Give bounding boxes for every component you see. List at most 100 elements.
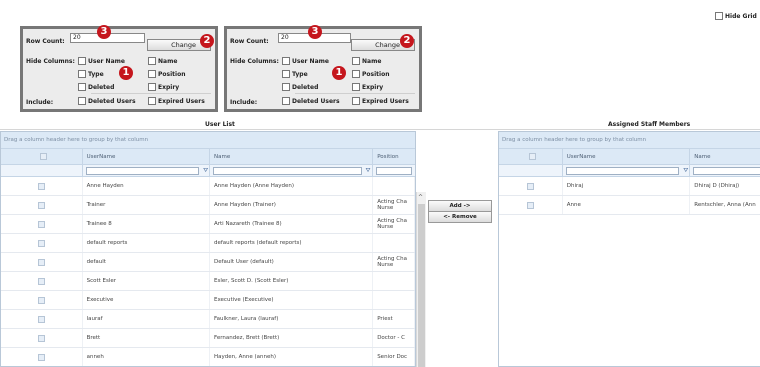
cell-username: Brett: [83, 329, 210, 347]
hide-name-checkbox[interactable]: Name: [148, 57, 177, 65]
cell-username: default reports: [83, 234, 210, 252]
table-row[interactable]: Brett Fernandez, Brett (Brett) Doctor - C: [1, 329, 415, 348]
hide-position-checkbox[interactable]: Position: [148, 70, 185, 78]
row-select-checkbox[interactable]: [499, 196, 563, 214]
group-by-hint: Drag a column header here to group by th…: [499, 132, 760, 149]
hide-grid-checkbox-box[interactable]: [715, 12, 723, 20]
row-select-checkbox[interactable]: [1, 196, 83, 214]
include-expired-users-checkbox[interactable]: Expired Users: [148, 97, 205, 105]
column-header-position[interactable]: Position: [373, 149, 415, 164]
panel-separator: [295, 93, 415, 94]
row-select-checkbox[interactable]: [1, 310, 83, 328]
hide-username-checkbox[interactable]: User Name: [78, 57, 125, 65]
cell-position: Doctor - C: [373, 329, 415, 347]
cell-name: Default User (default): [210, 253, 374, 271]
remove-button[interactable]: <- Remove: [428, 211, 492, 223]
table-row[interactable]: default reports default reports (default …: [1, 234, 415, 253]
grid-header: UserName Name: [499, 149, 760, 165]
scroll-up-icon[interactable]: ^: [418, 194, 423, 201]
user-list-title: User List: [205, 121, 235, 128]
filter-icon[interactable]: ⛛: [682, 167, 690, 175]
username-filter-input[interactable]: [565, 167, 679, 175]
cell-name: default reports (default reports): [210, 234, 374, 252]
row-select-checkbox[interactable]: [1, 329, 83, 347]
cell-position: [373, 177, 415, 195]
row-select-checkbox[interactable]: [499, 177, 563, 195]
cell-name: Dhiraj D (Dhiraj): [690, 177, 760, 195]
section-divider: [0, 129, 760, 130]
user-list-scrollbar[interactable]: ^: [416, 192, 426, 367]
include-label: Include:: [230, 99, 258, 106]
cell-name: Hayden, Anne (anneh): [210, 348, 374, 366]
hide-expiry-checkbox[interactable]: Expiry: [352, 83, 383, 91]
row-select-checkbox[interactable]: [1, 348, 83, 366]
hide-deleted-checkbox[interactable]: Deleted: [78, 83, 114, 91]
hide-expiry-checkbox[interactable]: Expiry: [148, 83, 179, 91]
row-select-checkbox[interactable]: [1, 177, 83, 195]
cell-username: Executive: [83, 291, 210, 309]
hide-columns-label: Hide Columns:: [230, 58, 279, 65]
row-count-label: Row Count:: [26, 38, 65, 45]
cell-position: [373, 234, 415, 252]
row-select-checkbox[interactable]: [1, 215, 83, 233]
hide-deleted-checkbox[interactable]: Deleted: [282, 83, 318, 91]
filter-icon[interactable]: ⛛: [202, 167, 210, 175]
table-row[interactable]: Trainee 8 Arti Nazareth (Trainee 8) Acting…: [1, 215, 415, 234]
table-row[interactable]: lauraf Faulkner, Laura (lauraf) Priest: [1, 310, 415, 329]
settings-panel-1: Row Count: 20 Change Hide Columns: User …: [20, 25, 218, 112]
position-filter-input[interactable]: [376, 167, 413, 175]
group-by-hint: Drag a column header here to group by th…: [1, 132, 415, 149]
hide-type-checkbox[interactable]: Type: [282, 70, 308, 78]
settings-panel-2: Row Count: 20 Change Hide Columns: User …: [224, 25, 422, 112]
hide-type-checkbox[interactable]: Type: [78, 70, 104, 78]
table-row[interactable]: Anne Rentschler, Anna (Ann: [499, 196, 760, 215]
row-select-checkbox[interactable]: [1, 291, 83, 309]
user-list-rows: Anne Hayden Anne Hayden (Anne Hayden) Trai…: [1, 177, 415, 366]
callout-badge-row-count: 3: [308, 25, 322, 39]
hide-position-checkbox[interactable]: Position: [352, 70, 389, 78]
cell-name: Rentschler, Anna (Ann: [690, 196, 760, 214]
cell-username: Trainee 8: [83, 215, 210, 233]
cell-username: Anne: [563, 196, 691, 214]
include-deleted-users-checkbox[interactable]: Deleted Users: [78, 97, 136, 105]
table-row[interactable]: Executive Executive (Executive): [1, 291, 415, 310]
callout-badge-columns: 1: [332, 66, 346, 80]
user-list-grid: Drag a column header here to group by th…: [0, 131, 416, 367]
name-filter-input[interactable]: [213, 167, 362, 175]
hide-grid-label: Hide Grid: [725, 12, 757, 20]
cell-position: Priest: [373, 310, 415, 328]
cell-position: Senior Doc: [373, 348, 415, 366]
include-expired-users-checkbox[interactable]: Expired Users: [352, 97, 409, 105]
table-row[interactable]: Dhiraj Dhiraj D (Dhiraj): [499, 177, 760, 196]
include-deleted-users-checkbox[interactable]: Deleted Users: [282, 97, 340, 105]
cell-position: Acting Cha Nurse: [373, 253, 415, 271]
row-select-checkbox[interactable]: [1, 253, 83, 271]
hide-grid-checkbox[interactable]: Hide Grid: [715, 12, 757, 20]
row-select-checkbox[interactable]: [1, 272, 83, 290]
cell-position: Acting Cha Nurse: [373, 196, 415, 214]
column-header-username[interactable]: UserName: [83, 149, 210, 164]
callout-badge-change: 2: [200, 34, 214, 48]
select-all-header[interactable]: [1, 149, 83, 164]
cell-position: [373, 291, 415, 309]
name-filter-input[interactable]: [693, 167, 760, 175]
column-header-name[interactable]: Name: [210, 149, 374, 164]
hide-name-checkbox[interactable]: Name: [352, 57, 381, 65]
table-row[interactable]: anneh Hayden, Anne (anneh) Senior Doc: [1, 348, 415, 366]
filter-icon[interactable]: ⛛: [364, 167, 372, 175]
scrollbar-thumb[interactable]: [418, 204, 425, 367]
row-select-checkbox[interactable]: [1, 234, 83, 252]
hide-username-checkbox[interactable]: User Name: [282, 57, 329, 65]
cell-position: [373, 272, 415, 290]
table-row[interactable]: Trainer Anne Hayden (Trainer) Acting Cha N…: [1, 196, 415, 215]
table-row[interactable]: Scott Esler Esler, Scott D. (Scott Esler): [1, 272, 415, 291]
column-header-username[interactable]: UserName: [563, 149, 691, 164]
table-row[interactable]: default Default User (default) Acting Cha …: [1, 253, 415, 272]
assigned-staff-title: Assigned Staff Members: [608, 121, 691, 128]
username-filter-input[interactable]: [85, 167, 199, 175]
filter-row: ⛛: [499, 165, 760, 177]
table-row[interactable]: Anne Hayden Anne Hayden (Anne Hayden): [1, 177, 415, 196]
column-header-name[interactable]: Name: [690, 149, 760, 164]
select-all-header[interactable]: [499, 149, 563, 164]
callout-badge-columns: 1: [119, 66, 133, 80]
